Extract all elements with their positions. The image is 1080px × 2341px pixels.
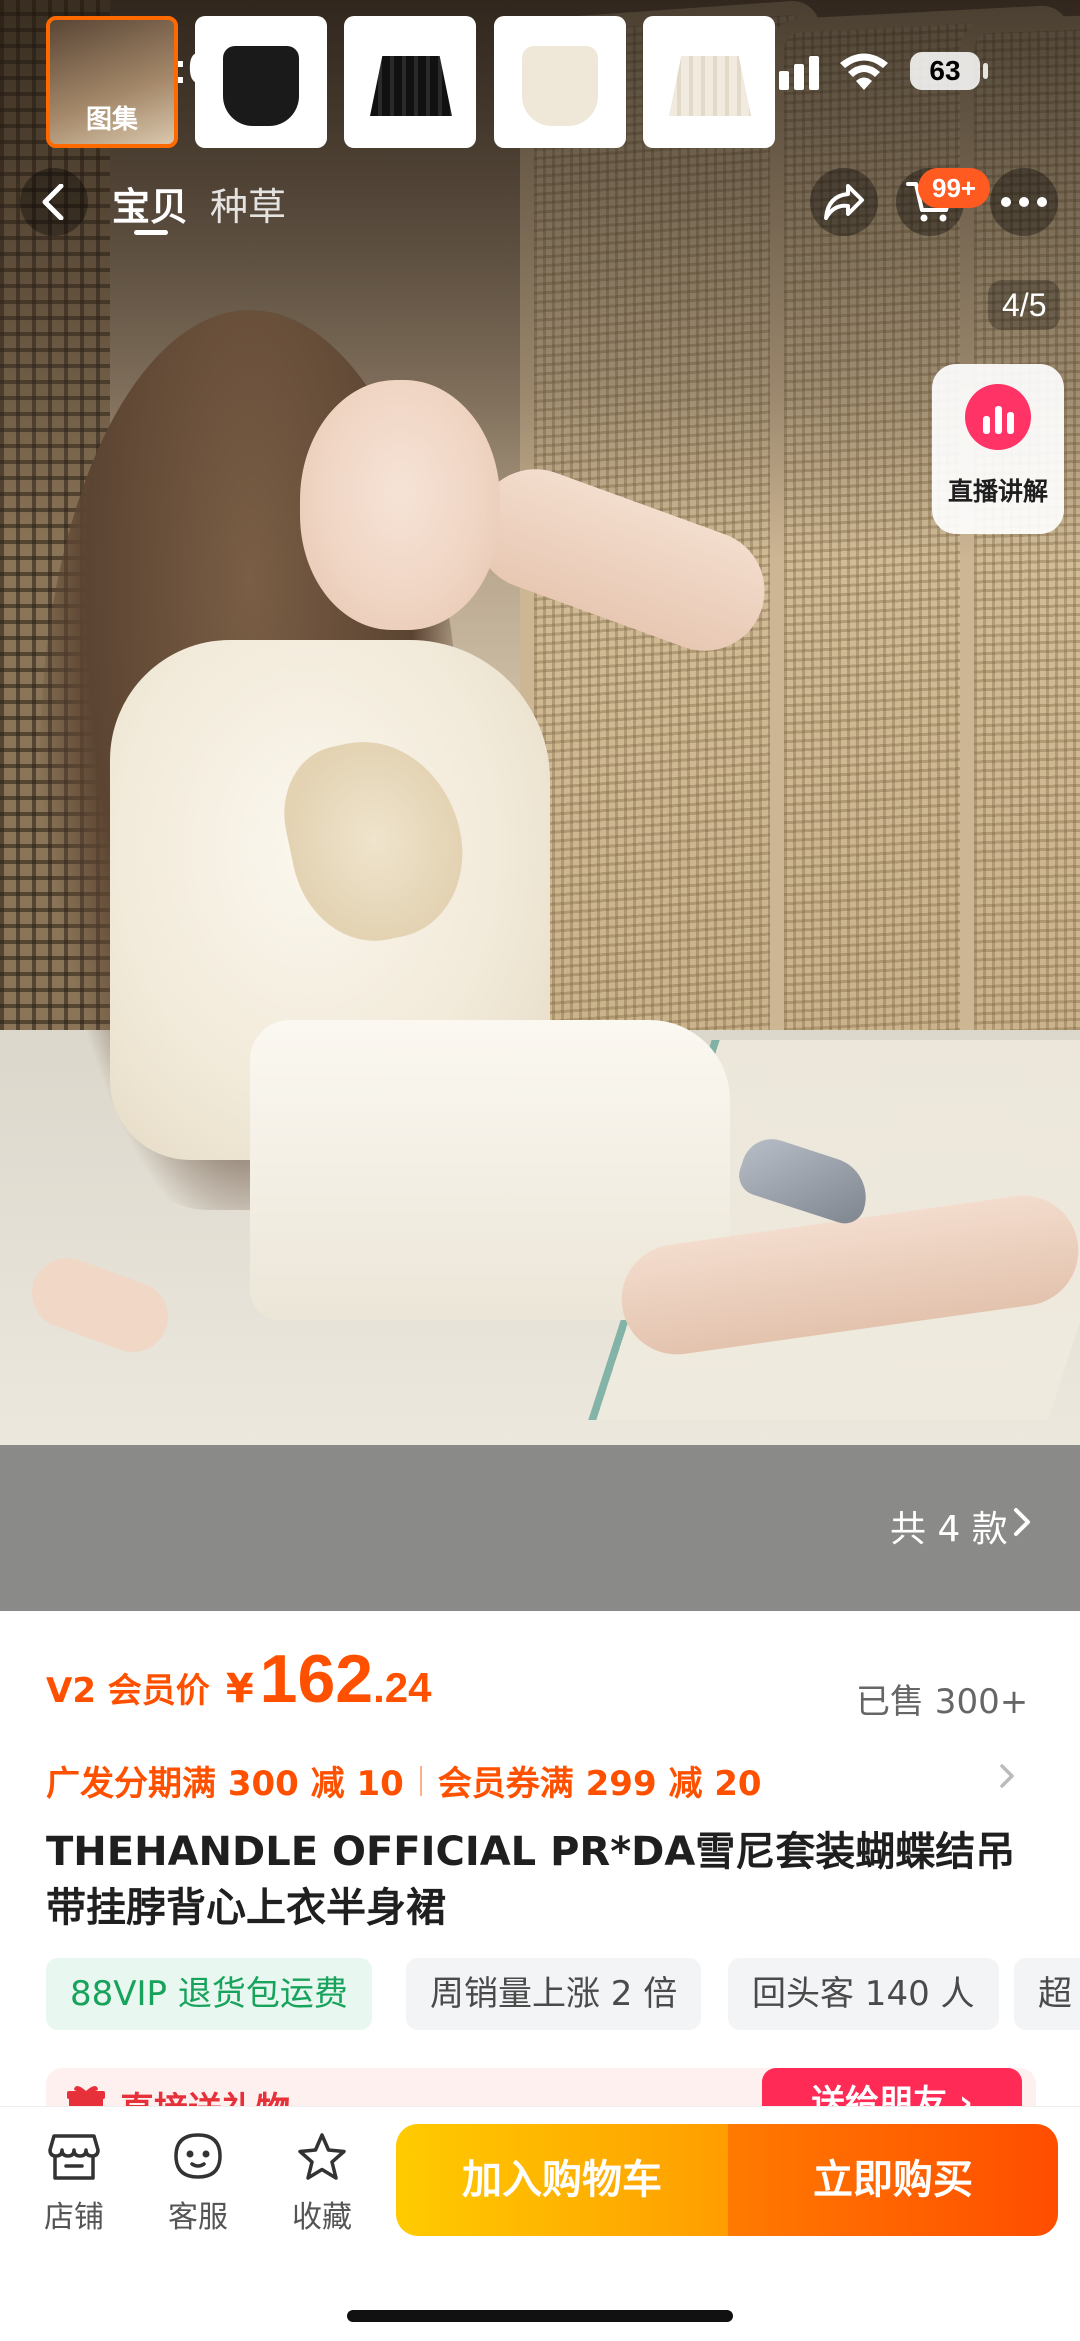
- back-button[interactable]: [20, 168, 88, 236]
- chevron-right-icon: [1014, 1508, 1030, 1536]
- tab-baobei[interactable]: 宝贝: [112, 176, 188, 231]
- sold-count: 已售 300+: [856, 1682, 1029, 1722]
- tag-weekly-sales[interactable]: 周销量上涨 2 倍: [406, 1958, 702, 2030]
- image-index: 4/5: [988, 280, 1061, 330]
- promo-installment: 广发分期满 300 减 10: [46, 1764, 404, 1804]
- white-halter-vest-image: [522, 46, 598, 126]
- promo-coupon: 会员券满 299 减 20: [437, 1764, 762, 1804]
- customer-service-label: 客服: [168, 2200, 228, 2235]
- tag-more[interactable]: 超: [1014, 1958, 1080, 2030]
- buy-now-button[interactable]: 立即购买: [728, 2124, 1058, 2236]
- thumb-black-vest[interactable]: [195, 16, 327, 148]
- battery-indicator: 63: [910, 52, 980, 90]
- tab-zhongcao[interactable]: 种草: [210, 176, 286, 231]
- live-explain-button[interactable]: 直播讲解: [932, 364, 1064, 534]
- tag-vip-return[interactable]: 88VIP 退货包运费: [46, 1958, 372, 2030]
- wifi-icon: [840, 53, 888, 90]
- tag-repeat-customers[interactable]: 回头客 140 人: [728, 1958, 999, 2030]
- shop-label: 店铺: [44, 2200, 104, 2235]
- model-face: [300, 380, 500, 630]
- price-decimal: .24: [373, 1664, 432, 1711]
- currency-symbol: ¥: [225, 1666, 254, 1712]
- shop-button[interactable]: 店铺: [24, 2132, 124, 2236]
- thumb-gallery[interactable]: 图集: [46, 16, 178, 148]
- thumb-label: 图集: [86, 105, 139, 135]
- black-pleated-skirt-image: [370, 56, 452, 116]
- promo-divider: [419, 1765, 422, 1796]
- customer-service-button[interactable]: 客服: [148, 2132, 248, 2236]
- more-icon: [1001, 197, 1047, 207]
- star-icon: [298, 2133, 346, 2180]
- share-button[interactable]: [810, 168, 878, 236]
- white-pleated-skirt-image: [669, 56, 751, 116]
- shop-icon: [48, 2134, 100, 2180]
- member-price-label: V2 会员价: [46, 1671, 210, 1711]
- home-indicator[interactable]: [347, 2310, 733, 2322]
- live-stream-icon: [965, 384, 1031, 450]
- cart-count-badge: 99+: [918, 168, 991, 208]
- thumb-white-skirt[interactable]: [643, 16, 775, 148]
- black-halter-vest-image: [223, 46, 299, 126]
- battery-tip: [983, 63, 988, 79]
- promo-row[interactable]: 广发分期满 300 减 10 会员券满 299 减 20: [46, 1756, 762, 1805]
- favorite-button[interactable]: 收藏: [272, 2132, 372, 2236]
- chevron-left-icon: [42, 184, 64, 220]
- tab-active-indicator: [134, 230, 168, 235]
- chevron-right-icon: [1000, 1764, 1014, 1788]
- thumb-white-vest[interactable]: [494, 16, 626, 148]
- price-integer: 162: [259, 1641, 374, 1717]
- add-to-cart-button[interactable]: 加入购物车: [396, 2124, 728, 2236]
- favorite-label: 收藏: [292, 2200, 352, 2235]
- price-row: V2 会员价 ¥ 162 .24: [46, 1640, 432, 1718]
- product-title: THEHANDLE OFFICIAL PR*DA雪尼套装蝴蝶结吊带挂脖背心上衣半…: [46, 1829, 1016, 1931]
- total-variants-link[interactable]: 共 4 款: [890, 1500, 1008, 1552]
- share-icon: [824, 184, 864, 220]
- thumb-black-skirt[interactable]: [344, 16, 476, 148]
- customer-service-icon: [174, 2133, 222, 2179]
- live-explain-label: 直播讲解: [947, 477, 1048, 506]
- more-button[interactable]: [990, 168, 1058, 236]
